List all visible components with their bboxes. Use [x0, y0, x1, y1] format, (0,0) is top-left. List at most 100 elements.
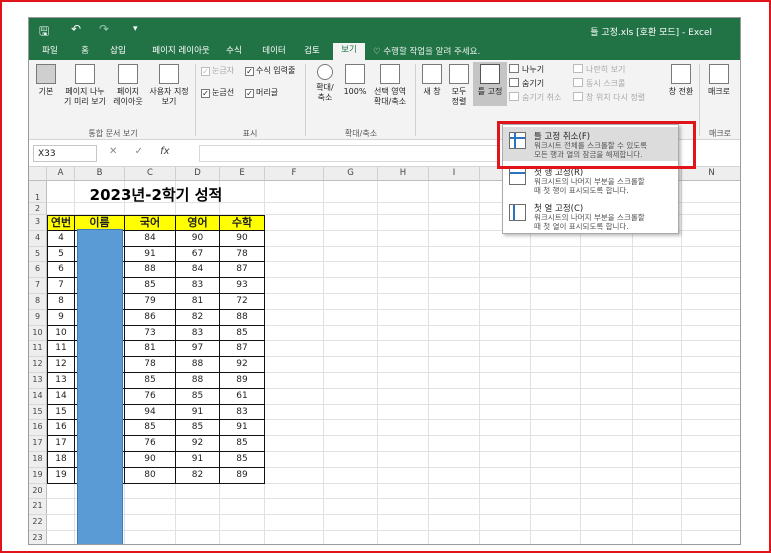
table-cell[interactable]: 90 — [219, 229, 265, 247]
normal-view-button[interactable]: 기본 — [33, 64, 59, 97]
unhide-button[interactable]: 숨기기 취소 — [509, 92, 561, 103]
table-cell[interactable]: 15 — [47, 403, 75, 421]
row-header-3[interactable]: 3 — [29, 215, 47, 231]
gridlines-checkbox[interactable]: ✓ 눈금선 — [201, 88, 234, 98]
tell-me-box[interactable]: ♡ 수행할 작업을 알려 주세요. — [373, 45, 480, 57]
table-cell[interactable]: 14 — [47, 387, 75, 405]
row-header-19[interactable]: 19 — [29, 467, 47, 484]
table-cell[interactable]: 18 — [47, 451, 75, 468]
row-header-18[interactable]: 18 — [29, 452, 47, 468]
row-header-8[interactable]: 8 — [29, 294, 47, 310]
table-cell[interactable]: 72 — [219, 293, 265, 310]
column-header-h[interactable]: H — [378, 167, 429, 181]
row-header-20[interactable]: 20 — [29, 483, 47, 500]
tab-review[interactable]: 검토 — [299, 45, 325, 60]
table-cell[interactable]: 85 — [175, 419, 220, 437]
table-cell[interactable]: 89 — [219, 466, 265, 484]
custom-views-button[interactable]: 사용자 지정 보기 — [147, 64, 191, 107]
zoom-button[interactable]: 확대/ 축소 — [311, 64, 339, 103]
column-header-b[interactable]: B — [75, 167, 125, 181]
table-cell[interactable]: 85 — [219, 451, 265, 468]
freeze-panes-button[interactable]: 틀 고정 — [473, 62, 507, 106]
table-cell[interactable]: 94 — [124, 403, 176, 421]
table-cell[interactable]: 81 — [124, 340, 176, 358]
zoom-to-selection-button[interactable]: 선택 영역 확대/축소 — [369, 64, 411, 107]
row-header-22[interactable]: 22 — [29, 515, 47, 531]
view-side-by-side-button[interactable]: 나란히 보기 — [573, 64, 625, 75]
table-cell[interactable]: 78 — [124, 356, 176, 373]
cancel-icon[interactable]: ✕ — [109, 146, 117, 157]
table-cell[interactable]: 73 — [124, 324, 176, 342]
table-cell[interactable]: 83 — [175, 324, 220, 342]
row-header-14[interactable]: 14 — [29, 388, 47, 405]
table-cell[interactable]: 88 — [219, 308, 265, 326]
table-cell[interactable]: 89 — [219, 372, 265, 389]
table-cell[interactable]: 86 — [124, 308, 176, 326]
table-cell[interactable]: 84 — [175, 261, 220, 279]
table-cell[interactable]: 85 — [219, 324, 265, 342]
column-header-g[interactable]: G — [324, 167, 378, 181]
switch-windows-button[interactable]: 창 전환 — [665, 64, 697, 97]
table-cell[interactable]: 13 — [47, 372, 75, 389]
table-cell[interactable]: 92 — [175, 435, 220, 452]
reset-window-position-button[interactable]: 창 위치 다시 정렬 — [573, 92, 645, 103]
column-header-i[interactable]: I — [429, 167, 480, 181]
save-icon[interactable]: 🖫 — [39, 22, 49, 43]
row-header-2[interactable]: 2 — [29, 203, 47, 215]
page-layout-view-button[interactable]: 페이지 레이아웃 — [111, 64, 145, 107]
ruler-checkbox[interactable]: ✓ 눈금자 — [201, 66, 234, 76]
table-cell[interactable]: 85 — [124, 372, 176, 389]
table-cell[interactable]: 6 — [47, 261, 75, 279]
table-cell[interactable]: 87 — [219, 340, 265, 358]
table-cell[interactable]: 83 — [219, 403, 265, 421]
table-cell[interactable]: 8 — [47, 293, 75, 310]
row-header-5[interactable]: 5 — [29, 246, 47, 263]
table-cell[interactable]: 81 — [175, 293, 220, 310]
new-window-button[interactable]: 새 창 — [419, 64, 445, 97]
formula-bar-checkbox[interactable]: ✓ 수식 입력줄 — [245, 66, 295, 76]
table-cell[interactable]: 7 — [47, 277, 75, 294]
table-cell[interactable]: 12 — [47, 356, 75, 373]
row-header-13[interactable]: 13 — [29, 373, 47, 389]
row-header-7[interactable]: 7 — [29, 278, 47, 294]
tab-formulas[interactable]: 수식 — [221, 45, 247, 60]
tab-view[interactable]: 보기 — [333, 43, 365, 60]
hide-button[interactable]: 숨기기 — [509, 78, 544, 89]
table-cell[interactable]: 85 — [124, 277, 176, 294]
table-header-cell[interactable]: 영어 — [175, 215, 220, 231]
macros-button[interactable]: 매크로 — [703, 64, 735, 97]
column-header-c[interactable]: C — [125, 167, 176, 181]
table-cell[interactable]: 67 — [175, 245, 220, 263]
name-box[interactable]: X33 — [33, 145, 97, 162]
table-cell[interactable]: 85 — [124, 419, 176, 437]
tab-data[interactable]: 데이터 — [257, 45, 291, 60]
row-header-11[interactable]: 11 — [29, 341, 47, 358]
table-cell[interactable]: 76 — [124, 435, 176, 452]
table-header-cell[interactable]: 연번 — [47, 215, 75, 231]
table-cell[interactable]: 91 — [175, 451, 220, 468]
row-header-15[interactable]: 15 — [29, 404, 47, 421]
table-cell[interactable]: 82 — [175, 466, 220, 484]
table-cell[interactable]: 88 — [124, 261, 176, 279]
table-header-cell[interactable]: 국어 — [124, 215, 176, 231]
table-cell[interactable]: 17 — [47, 435, 75, 452]
row-header-12[interactable]: 12 — [29, 357, 47, 373]
customize-qat-icon[interactable]: ▾ — [133, 24, 138, 34]
redo-icon[interactable]: ↷ — [99, 22, 109, 36]
column-header-n[interactable]: N — [682, 167, 740, 181]
table-cell[interactable]: 88 — [175, 372, 220, 389]
table-cell[interactable]: 5 — [47, 245, 75, 263]
row-header-1[interactable]: 1 — [29, 181, 47, 203]
table-cell[interactable]: 83 — [175, 277, 220, 294]
table-cell[interactable]: 91 — [124, 245, 176, 263]
select-all-corner[interactable] — [29, 167, 47, 181]
table-header-cell[interactable]: 수학 — [219, 215, 265, 231]
table-cell[interactable]: 9 — [47, 308, 75, 326]
table-cell[interactable]: 88 — [175, 356, 220, 373]
table-cell[interactable]: 19 — [47, 466, 75, 484]
row-header-10[interactable]: 10 — [29, 325, 47, 342]
tab-home[interactable]: 홈 — [74, 45, 96, 60]
table-cell[interactable]: 4 — [47, 229, 75, 247]
table-cell[interactable]: 91 — [219, 419, 265, 437]
arrange-all-button[interactable]: 모두 정렬 — [447, 64, 471, 107]
